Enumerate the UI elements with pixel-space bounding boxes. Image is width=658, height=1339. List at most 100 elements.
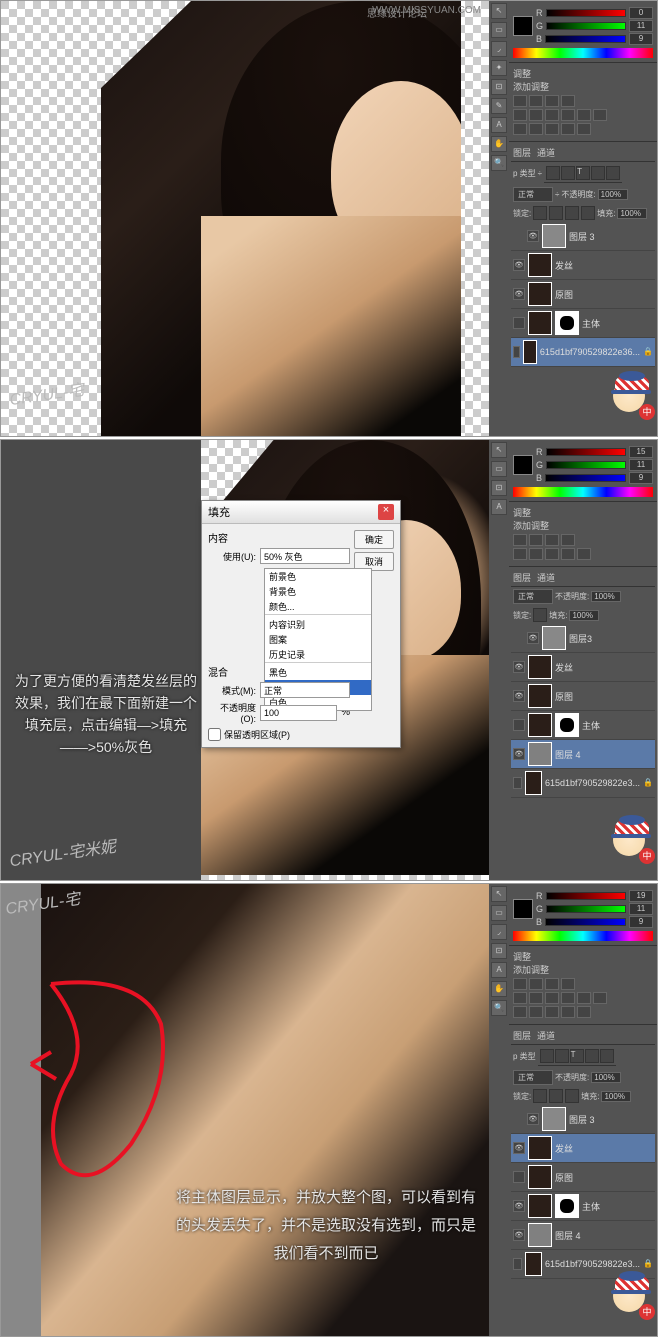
blend-mode-select[interactable]: 正常 xyxy=(513,1070,553,1085)
adj-exposure-icon[interactable] xyxy=(561,95,575,107)
g-value[interactable]: 11 xyxy=(629,459,653,471)
adj-icon[interactable] xyxy=(561,992,575,1004)
adj-icon[interactable] xyxy=(545,992,559,1004)
dropdown-option[interactable]: 颜色... xyxy=(265,599,371,614)
mode-combobox[interactable]: 正常 xyxy=(260,682,350,698)
layer-row[interactable]: 👁图层3 xyxy=(511,624,655,653)
hand-tool-icon[interactable]: ✋ xyxy=(491,981,507,997)
b-value[interactable]: 9 xyxy=(629,472,653,484)
lock-trans-icon[interactable] xyxy=(533,206,547,220)
adj-icon[interactable] xyxy=(545,534,559,546)
adj-icon[interactable] xyxy=(513,548,527,560)
adj-icon[interactable] xyxy=(577,992,591,1004)
g-slider[interactable] xyxy=(546,905,626,913)
lock-icon[interactable] xyxy=(533,1089,547,1103)
filter-icon[interactable] xyxy=(600,1049,614,1063)
foreground-color-swatch[interactable] xyxy=(513,455,533,475)
lock-icon[interactable] xyxy=(533,608,547,622)
visibility-icon[interactable]: 👁 xyxy=(513,288,525,300)
fill-input[interactable]: 100% xyxy=(569,610,599,621)
dropdown-option[interactable]: 历史记录 xyxy=(265,647,371,662)
adj-icon[interactable] xyxy=(593,992,607,1004)
adj-icon[interactable] xyxy=(545,1006,559,1018)
preserve-checkbox[interactable] xyxy=(208,728,221,741)
crop-tool-icon[interactable]: ⊡ xyxy=(491,943,507,959)
visibility-icon[interactable] xyxy=(513,719,525,731)
move-tool-icon[interactable]: ↖ xyxy=(491,442,507,458)
layer-row[interactable]: 👁原图 xyxy=(511,280,655,309)
visibility-icon[interactable]: 👁 xyxy=(527,230,539,242)
visibility-icon[interactable]: 👁 xyxy=(513,748,525,760)
canvas-viewport[interactable]: CRYUL-宅 xyxy=(1,1,491,436)
blend-mode-select[interactable]: 正常 xyxy=(513,187,553,202)
layer-row[interactable]: 615d1bf790529822e3...🔒 xyxy=(511,769,655,798)
filter-smart-icon[interactable] xyxy=(606,166,620,180)
b-value[interactable]: 9 xyxy=(629,916,653,928)
g-value[interactable]: 11 xyxy=(629,903,653,915)
lock-pixel-icon[interactable] xyxy=(549,206,563,220)
adj-icon[interactable] xyxy=(561,548,575,560)
zoom-tool-icon[interactable]: 🔍 xyxy=(491,1000,507,1016)
tab-layers[interactable]: 图层 xyxy=(513,1029,531,1042)
layer-row-selected[interactable]: 615d1bf790529822e36...🔒 xyxy=(511,338,655,367)
crop-tool-icon[interactable]: ⊡ xyxy=(491,480,507,496)
marquee-tool-icon[interactable]: ▭ xyxy=(491,905,507,921)
tab-channels[interactable]: 通道 xyxy=(537,1029,555,1042)
b-value[interactable]: 9 xyxy=(629,33,653,45)
adj-icon[interactable] xyxy=(529,548,543,560)
layer-row[interactable]: 👁发丝 xyxy=(511,251,655,280)
adj-poster-icon[interactable] xyxy=(529,123,543,135)
hand-tool-icon[interactable]: ✋ xyxy=(491,136,507,152)
layer-row[interactable]: 主体 xyxy=(511,711,655,740)
adj-icon[interactable] xyxy=(577,1006,591,1018)
filter-icon[interactable] xyxy=(585,1049,599,1063)
adj-selcolor-icon[interactable] xyxy=(577,123,591,135)
adj-icon[interactable] xyxy=(513,992,527,1004)
adj-icon[interactable] xyxy=(529,1006,543,1018)
g-value[interactable]: 11 xyxy=(629,20,653,32)
r-value[interactable]: 19 xyxy=(629,890,653,902)
foreground-color-swatch[interactable] xyxy=(513,16,533,36)
layer-row[interactable]: 👁原图 xyxy=(511,682,655,711)
b-slider[interactable] xyxy=(545,35,626,43)
filter-icon[interactable] xyxy=(540,1049,554,1063)
adj-curves-icon[interactable] xyxy=(545,95,559,107)
lock-icon[interactable] xyxy=(549,1089,563,1103)
marquee-tool-icon[interactable]: ▭ xyxy=(491,461,507,477)
dropdown-option[interactable]: 黑色 xyxy=(265,665,371,680)
visibility-icon[interactable]: 👁 xyxy=(513,1229,525,1241)
r-value[interactable]: 0 xyxy=(629,7,653,19)
wand-tool-icon[interactable]: ✦ xyxy=(491,60,507,76)
visibility-icon[interactable]: 👁 xyxy=(513,690,525,702)
adj-colorbal-icon[interactable] xyxy=(545,109,559,121)
opacity-input[interactable]: 100% xyxy=(591,591,621,602)
canvas-viewport[interactable]: 为了更方便的看清楚发丝层的效果，我们在最下面新建一个填充层，点击编辑—>填充——… xyxy=(1,440,491,880)
visibility-icon[interactable] xyxy=(513,777,522,789)
tab-channels[interactable]: 通道 xyxy=(537,146,555,159)
adj-icon[interactable] xyxy=(561,978,575,990)
adj-icon[interactable] xyxy=(513,534,527,546)
opacity-input[interactable]: 100% xyxy=(591,1072,621,1083)
color-spectrum[interactable] xyxy=(513,487,653,497)
layer-row[interactable]: 👁主体 xyxy=(511,1192,655,1221)
adj-invert-icon[interactable] xyxy=(513,123,527,135)
filter-text-icon[interactable]: T xyxy=(576,166,590,180)
text-tool-icon[interactable]: A xyxy=(491,499,507,515)
crop-tool-icon[interactable]: ⊡ xyxy=(491,79,507,95)
layer-row-selected[interactable]: 👁发丝 xyxy=(511,1134,655,1163)
adj-brightness-icon[interactable] xyxy=(513,95,527,107)
visibility-icon[interactable] xyxy=(513,1171,525,1183)
adj-icon[interactable] xyxy=(561,1006,575,1018)
filter-adj-icon[interactable] xyxy=(561,166,575,180)
lasso-tool-icon[interactable]: ◞ xyxy=(491,41,507,57)
adj-bw-icon[interactable] xyxy=(561,109,575,121)
marquee-tool-icon[interactable]: ▭ xyxy=(491,22,507,38)
visibility-icon[interactable]: 👁 xyxy=(513,1142,525,1154)
visibility-icon[interactable]: 👁 xyxy=(527,1113,539,1125)
fill-input[interactable]: 100% xyxy=(617,208,647,219)
visibility-icon[interactable]: 👁 xyxy=(527,632,539,644)
r-slider[interactable] xyxy=(546,892,627,900)
adj-icon[interactable] xyxy=(561,534,575,546)
layer-row-selected[interactable]: 👁图层 4 xyxy=(511,740,655,769)
lock-pos-icon[interactable] xyxy=(565,206,579,220)
